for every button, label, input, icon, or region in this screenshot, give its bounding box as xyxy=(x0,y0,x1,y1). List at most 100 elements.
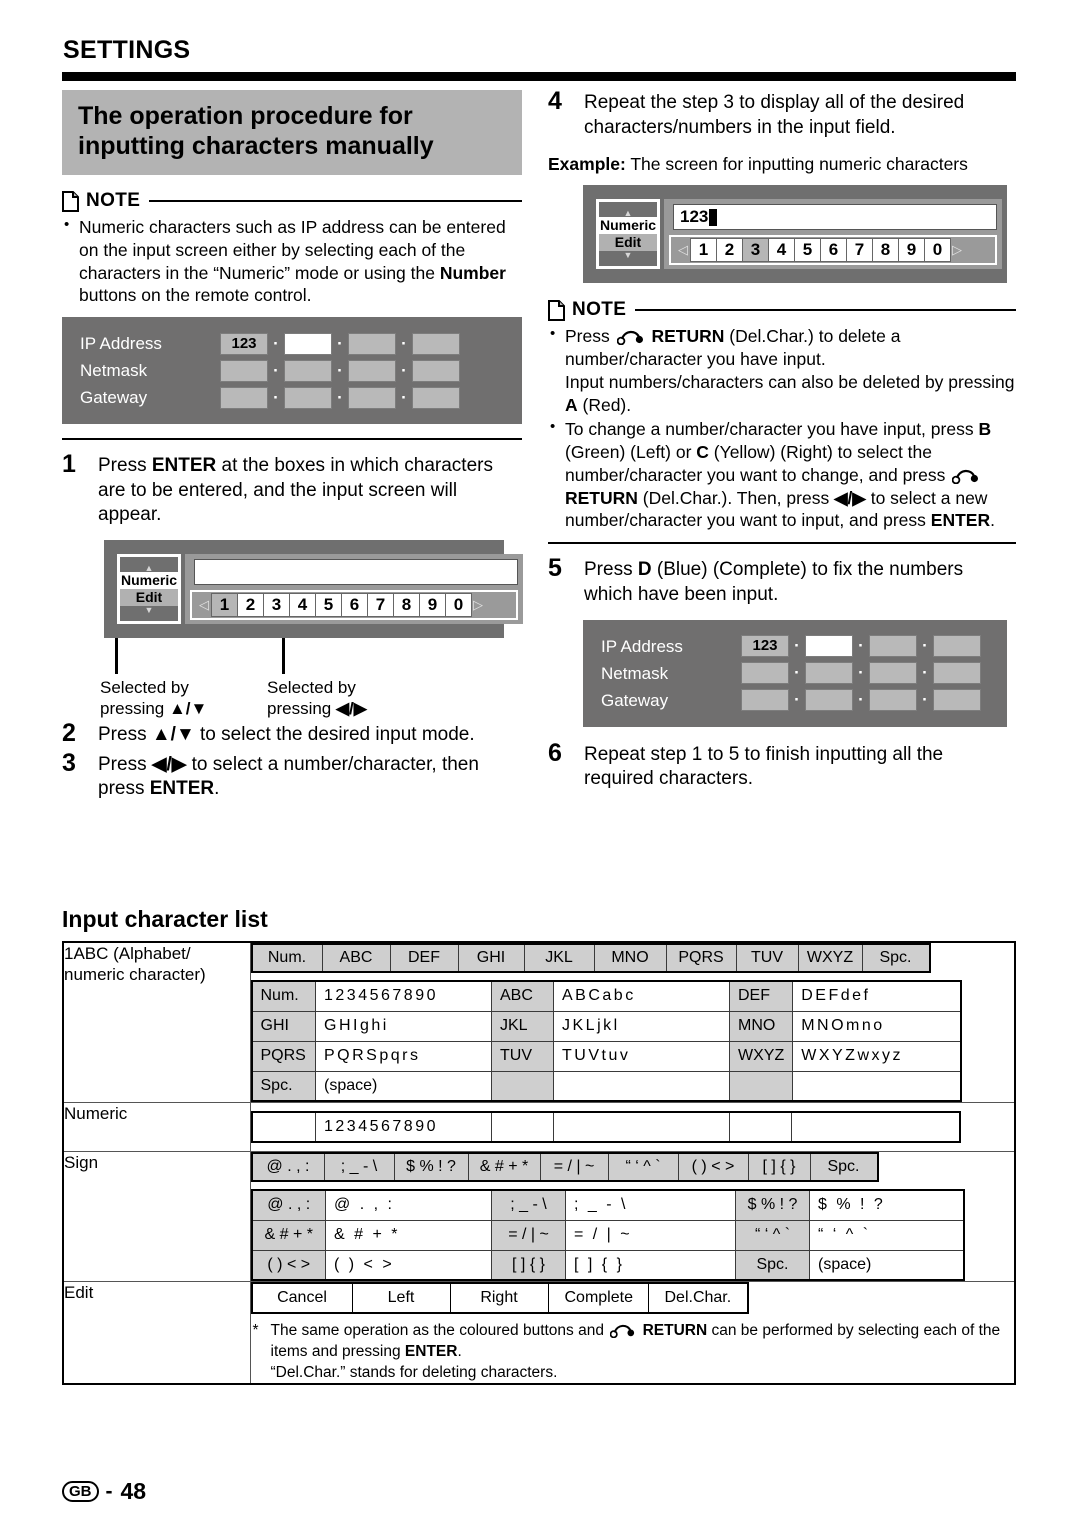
octet-separator: · xyxy=(401,360,407,380)
char-key[interactable]: 4 xyxy=(289,593,316,618)
octet-separator: · xyxy=(794,636,800,655)
octet-field[interactable] xyxy=(805,635,853,657)
char-key[interactable]: 7 xyxy=(367,593,394,618)
mode-key[interactable]: ; _ - \ xyxy=(324,1154,395,1180)
edit-button-delchar[interactable]: Del.Char. xyxy=(648,1284,747,1312)
down-arrow-icon[interactable]: ▼ xyxy=(624,251,633,260)
octet-field[interactable] xyxy=(869,689,917,711)
char-key[interactable]: 8 xyxy=(872,238,899,263)
char-key[interactable]: 2 xyxy=(237,593,264,618)
char-key[interactable]: 0 xyxy=(924,238,951,263)
mode-key[interactable]: PQRS xyxy=(666,945,737,971)
mode-key[interactable]: “ ‘ ^ ` xyxy=(608,1154,679,1180)
mode-key[interactable]: Spc. xyxy=(862,945,929,971)
octet-field[interactable] xyxy=(348,386,396,409)
octet-field[interactable]: 123 xyxy=(220,332,268,355)
mode-key[interactable]: JKL xyxy=(524,945,595,971)
octet-separator: · xyxy=(858,663,864,682)
scroll-left-icon[interactable]: ◁ xyxy=(676,242,690,258)
text-input-field-2[interactable]: 123 xyxy=(673,204,997,231)
mode-key[interactable]: [ ] { } xyxy=(748,1154,811,1180)
octet-field[interactable] xyxy=(348,359,396,382)
octet-separator: · xyxy=(337,360,343,380)
mode-key[interactable]: TUV xyxy=(736,945,799,971)
octet-field[interactable] xyxy=(869,662,917,684)
octet-field[interactable] xyxy=(805,689,853,711)
mode-strip-alphanumeric: Num. ABC DEF GHI JKL MNO PQRS TUV WXYZ S… xyxy=(250,943,931,973)
mode-key[interactable]: ABC xyxy=(322,945,391,971)
char-key[interactable]: 6 xyxy=(341,593,368,618)
page-number: 48 xyxy=(120,1478,147,1504)
octet-field[interactable] xyxy=(412,332,460,355)
note-list-left: Numeric characters such as IP address ca… xyxy=(62,215,522,307)
char-key[interactable]: 1 xyxy=(211,593,238,618)
text-cursor xyxy=(709,208,718,226)
octet-field[interactable] xyxy=(220,386,268,409)
octet-field[interactable] xyxy=(284,332,332,355)
char-key[interactable]: 9 xyxy=(898,238,925,263)
char-key[interactable]: 3 xyxy=(742,238,769,263)
octet-field[interactable] xyxy=(741,689,789,711)
char-key[interactable]: 1 xyxy=(690,238,717,263)
mode-key[interactable]: Num. xyxy=(252,945,323,971)
octet-field[interactable]: 123 xyxy=(741,635,789,657)
detail-value: PQRSpqrs xyxy=(315,1040,492,1072)
scroll-left-icon[interactable]: ◁ xyxy=(197,597,211,613)
table-row: 1234567890 xyxy=(251,1111,960,1143)
char-key[interactable]: 6 xyxy=(820,238,847,263)
scroll-right-icon[interactable]: ▷ xyxy=(471,597,485,613)
edit-button-cancel[interactable]: Cancel xyxy=(252,1284,353,1312)
char-key[interactable]: 9 xyxy=(419,593,446,618)
edit-button-right[interactable]: Right xyxy=(450,1284,549,1312)
page-title: The operation procedure for inputting ch… xyxy=(62,90,522,175)
octet-field[interactable] xyxy=(869,635,917,657)
octet-field[interactable] xyxy=(933,635,981,657)
mode-option-edit[interactable]: Edit xyxy=(120,589,178,607)
octet-field[interactable] xyxy=(412,359,460,382)
edit-button-left[interactable]: Left xyxy=(352,1284,451,1312)
step-3: 3 Press ◀/▶ to select a number/character… xyxy=(62,749,522,802)
char-key[interactable]: 3 xyxy=(263,593,290,618)
mode-key[interactable]: Spc. xyxy=(810,1154,877,1180)
mode-key[interactable]: = / | ~ xyxy=(540,1154,609,1180)
octet-field[interactable] xyxy=(348,332,396,355)
detail-value: DEFdef xyxy=(792,980,962,1012)
detail-table-sign: @ . , : @ . , : ; _ - \ ; _ - \ $ % ! ? … xyxy=(250,1189,965,1281)
char-key[interactable]: 7 xyxy=(846,238,873,263)
mode-key[interactable]: MNO xyxy=(594,945,667,971)
char-key[interactable]: 5 xyxy=(315,593,342,618)
up-arrow-icon[interactable]: ▲ xyxy=(624,209,633,218)
mode-key[interactable]: @ . , : xyxy=(252,1154,325,1180)
text-input-field[interactable] xyxy=(194,559,518,586)
mode-key[interactable]: DEF xyxy=(390,945,459,971)
down-arrow-icon[interactable]: ▼ xyxy=(145,606,154,615)
char-key[interactable]: 0 xyxy=(445,593,472,618)
mode-key[interactable]: $ % ! ? xyxy=(394,1154,469,1180)
char-key[interactable]: 2 xyxy=(716,238,743,263)
input-mode-selector-2[interactable]: ▲ Numeric Edit ▼ xyxy=(596,199,660,270)
detail-value: 1234567890 xyxy=(315,980,492,1012)
mode-key[interactable]: WXYZ xyxy=(798,945,863,971)
octet-field[interactable] xyxy=(933,662,981,684)
mode-option-numeric[interactable]: Numeric xyxy=(599,217,657,235)
mode-key[interactable]: & # + * xyxy=(468,1154,541,1180)
mode-key[interactable]: GHI xyxy=(458,945,525,971)
char-key[interactable]: 4 xyxy=(768,238,795,263)
mode-option-numeric[interactable]: Numeric xyxy=(120,572,178,590)
octet-field[interactable] xyxy=(284,359,332,382)
input-mode-selector-1[interactable]: ▲ Numeric Edit ▼ xyxy=(117,554,181,625)
char-key[interactable]: 8 xyxy=(393,593,420,618)
octet-field[interactable] xyxy=(805,662,853,684)
up-arrow-icon[interactable]: ▲ xyxy=(145,564,154,573)
octet-field[interactable] xyxy=(284,386,332,409)
octet-field[interactable] xyxy=(220,359,268,382)
octet-field[interactable] xyxy=(933,689,981,711)
octet-field[interactable] xyxy=(412,386,460,409)
detail-key: & # + * xyxy=(251,1219,326,1251)
mode-key[interactable]: ( ) < > xyxy=(678,1154,749,1180)
edit-button-complete[interactable]: Complete xyxy=(548,1284,649,1312)
char-key[interactable]: 5 xyxy=(794,238,821,263)
octet-field[interactable] xyxy=(741,662,789,684)
scroll-right-icon[interactable]: ▷ xyxy=(950,242,964,258)
mode-option-edit[interactable]: Edit xyxy=(599,234,657,252)
